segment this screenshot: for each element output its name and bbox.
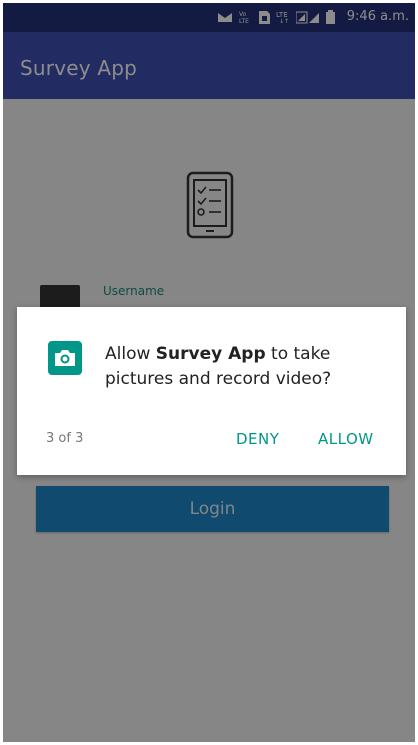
camera-icon bbox=[48, 341, 82, 375]
allow-button[interactable]: ALLOW bbox=[318, 430, 374, 448]
permission-message: Allow Survey App to take pictures and re… bbox=[105, 342, 375, 392]
deny-button[interactable]: DENY bbox=[236, 430, 279, 448]
permission-counter: 3 of 3 bbox=[46, 431, 84, 446]
message-prefix: Allow bbox=[105, 344, 156, 364]
permission-dialog: Allow Survey App to take pictures and re… bbox=[17, 307, 406, 475]
screen: Vo LTE LTE ↓↑ 9:46 a.m. Survey App Usernam… bbox=[3, 3, 415, 742]
message-app-name: Survey App bbox=[155, 344, 266, 364]
